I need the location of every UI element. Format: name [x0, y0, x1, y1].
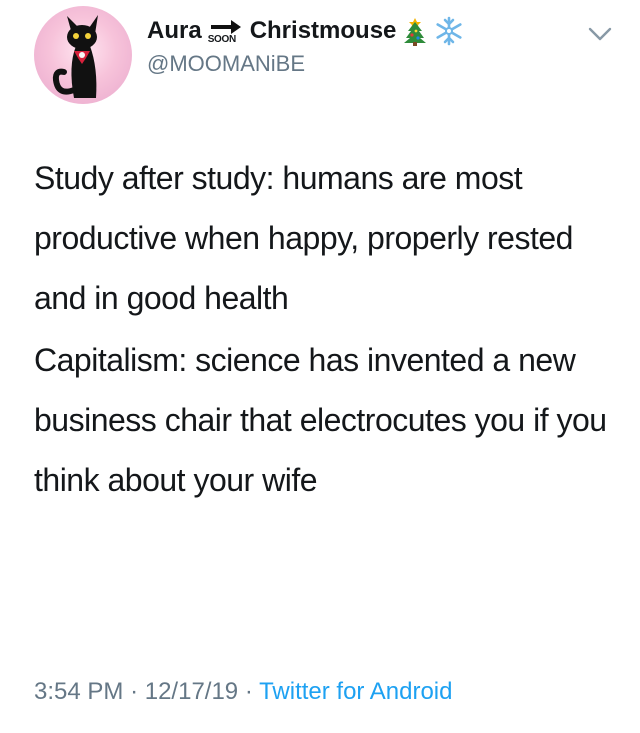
tweet-paragraph: Study after study: humans are most produ…	[34, 160, 573, 316]
tweet-text: Study after study: humans are most produ…	[34, 148, 624, 512]
tweet-metadata: 3:54 PM · 12/17/19 · Twitter for Android	[34, 676, 452, 708]
christmas-tree-icon	[400, 16, 430, 46]
display-name-last: Christmouse	[249, 17, 397, 44]
tweet-date[interactable]: 12/17/19	[145, 678, 238, 705]
tweet-paragraph: Capitalism: science has invented a new b…	[34, 342, 607, 498]
tweet-source-link[interactable]: Twitter for Android	[259, 678, 452, 705]
display-name[interactable]: Aura SOON Christmouse	[147, 16, 577, 46]
snowflake-icon	[434, 16, 464, 46]
tweet-header: Aura SOON Christmouse @MOOMANiBE	[34, 6, 614, 106]
tweet-time[interactable]: 3:54 PM	[34, 678, 123, 705]
author-handle[interactable]: @MOOMANiBE	[147, 50, 577, 78]
soon-label: SOON	[207, 34, 237, 45]
black-cat-avatar-icon	[52, 15, 98, 98]
display-name-first: Aura	[147, 17, 202, 44]
chevron-down-icon[interactable]	[587, 26, 613, 42]
avatar[interactable]	[34, 6, 132, 104]
meta-separator: ·	[244, 678, 253, 705]
author-names: Aura SOON Christmouse @MOOMANiBE	[147, 16, 577, 78]
meta-separator: ·	[130, 678, 139, 705]
soon-arrow-icon: SOON	[203, 16, 249, 46]
